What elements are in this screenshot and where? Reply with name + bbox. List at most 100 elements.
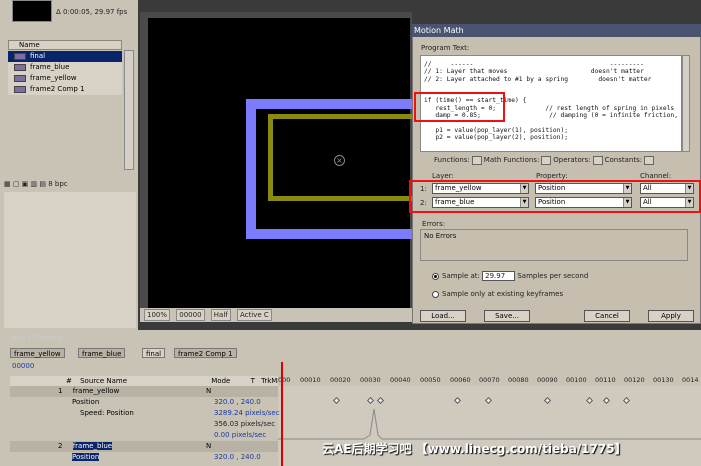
- errors-label: Errors:: [422, 220, 446, 228]
- layers-highlight-box: [409, 180, 701, 213]
- functions-row: Functions: Math Functions: Operators: Const…: [434, 154, 684, 166]
- find-icon[interactable]: ▦ ▢ ▣ ▥ ▤: [4, 180, 46, 188]
- tab-frame-blue[interactable]: frame_blue: [78, 348, 126, 358]
- layer-column-label: Layer:: [432, 172, 454, 180]
- program-text-label: Program Text:: [421, 44, 470, 52]
- tick-label: 00060: [450, 376, 471, 384]
- tick-label: 00070: [479, 376, 500, 384]
- errors-box: No Errors: [420, 229, 688, 261]
- property-row-position[interactable]: Position 320.0 , 240.0: [10, 397, 278, 408]
- operators-label: Operators:: [553, 156, 591, 164]
- property-row-speed-mid: 356.03 pixels/sec: [10, 419, 278, 430]
- composition-icon: [14, 53, 26, 60]
- sample-at-radio[interactable]: [432, 272, 439, 280]
- property-value: 3289.24 pixels/sec: [214, 409, 280, 417]
- project-item-label: frame_yellow: [30, 74, 77, 82]
- speed-graph: [278, 408, 701, 440]
- timeline-column-headers: # Source Name Mode T TrkMat: [10, 376, 284, 386]
- constants-label: Constants:: [604, 156, 643, 164]
- sample-at-label: Sample at:: [442, 272, 480, 280]
- property-name: Position: [72, 398, 100, 406]
- load-button[interactable]: Load...: [420, 310, 466, 322]
- timeline-title: final • Timeline: [10, 334, 64, 342]
- anchor-point-icon[interactable]: ×: [334, 155, 345, 166]
- project-info: Δ 0:00:05, 29.97 fps: [56, 8, 128, 16]
- project-item-label: frame2 Comp 1: [30, 85, 85, 93]
- tick-label: 00030: [360, 376, 381, 384]
- layer-number: 1: [58, 387, 63, 395]
- functions-label: Functions:: [434, 156, 470, 164]
- column-hash: #: [66, 377, 72, 385]
- tick-label: 000: [278, 376, 291, 384]
- functions-dropdown[interactable]: [471, 155, 482, 165]
- project-thumbnail: [12, 0, 52, 22]
- tick-label: 00010: [300, 376, 321, 384]
- code-highlight-box: [414, 92, 505, 122]
- tab-frame-yellow[interactable]: frame_yellow: [10, 348, 65, 358]
- timecode-display[interactable]: 00000: [176, 309, 205, 321]
- property-name: Speed: Position: [80, 409, 134, 417]
- timeline-tabs: frame_yellow frame_blue final frame2 Com…: [6, 348, 701, 358]
- layer-mode[interactable]: N: [206, 386, 211, 397]
- sample-keyframes-option[interactable]: Sample only at existing keyframes: [432, 290, 563, 298]
- tick-label: 00050: [420, 376, 441, 384]
- tab-frame2-comp1[interactable]: frame2 Comp 1: [174, 348, 237, 358]
- current-time-indicator[interactable]: [281, 362, 283, 466]
- project-toolbar: ▦ ▢ ▣ ▥ ▤ 8 bpc: [4, 178, 134, 190]
- resolution-select[interactable]: Half: [210, 309, 231, 321]
- column-mode[interactable]: Mode: [211, 377, 230, 385]
- composition-icon: [14, 86, 26, 93]
- operators-dropdown[interactable]: [592, 155, 603, 165]
- property-value[interactable]: 320.0 , 240.0: [214, 397, 261, 408]
- layer-mode[interactable]: N: [206, 441, 211, 452]
- column-source-name[interactable]: Source Name: [80, 377, 127, 385]
- speed-graph-line: [278, 408, 701, 440]
- channel-column-label: Channel:: [640, 172, 672, 180]
- viewer-toolbar: 100% 00000 Half Active C: [140, 308, 412, 322]
- sample-at-option[interactable]: Sample at: 29.97 Samples per second: [432, 271, 588, 281]
- composition-icon: [14, 64, 26, 71]
- property-value: 356.03 pixels/sec: [214, 420, 276, 428]
- math-functions-label: Math Functions:: [483, 156, 540, 164]
- column-t[interactable]: T: [251, 377, 255, 385]
- camera-select[interactable]: Active C: [236, 309, 272, 321]
- project-item-label: final: [30, 52, 46, 60]
- zoom-select[interactable]: 100%: [144, 309, 171, 321]
- dialog-title[interactable]: Motion Math: [412, 24, 701, 37]
- project-column-name[interactable]: Name: [8, 40, 122, 50]
- layer-number: 2: [58, 442, 63, 450]
- sample-keyframes-radio[interactable]: [432, 290, 439, 298]
- property-name: Position: [72, 453, 100, 461]
- property-value[interactable]: 320.0 , 240.0: [214, 452, 261, 463]
- tick-label: 00020: [330, 376, 351, 384]
- layer-row-frame-blue[interactable]: 2 frame_blue N: [10, 441, 278, 452]
- project-scrollbar[interactable]: [124, 50, 134, 170]
- tick-label: 00040: [390, 376, 411, 384]
- sample-keyframes-label: Sample only at existing keyframes: [442, 290, 564, 298]
- watermark: 云AE后期学习吧 【www.linecg.com/tieba/1775】: [322, 442, 627, 456]
- property-value: 0.00 pixels/sec: [214, 431, 267, 439]
- property-row-speed-min: 0.00 pixels/sec: [10, 430, 278, 441]
- project-empty-area: [4, 192, 136, 328]
- tab-final[interactable]: final: [142, 348, 166, 358]
- constants-dropdown[interactable]: [644, 155, 655, 165]
- project-item-frame2-comp1[interactable]: frame2 Comp 1: [8, 84, 122, 95]
- tick-label: 00130: [653, 376, 674, 384]
- sample-rate-input[interactable]: 29.97: [482, 271, 516, 281]
- layer-row-frame-yellow[interactable]: 1 frame_yellow N: [10, 386, 278, 397]
- program-text-scrollbar[interactable]: [682, 55, 690, 152]
- save-button[interactable]: Save...: [484, 310, 530, 322]
- tick-label: 00090: [537, 376, 558, 384]
- project-item-frame-blue[interactable]: frame_blue: [8, 62, 122, 73]
- property-row-position-blue[interactable]: Position 320.0 , 240.0: [10, 452, 278, 463]
- math-functions-dropdown[interactable]: [541, 155, 552, 165]
- property-column-label: Property:: [536, 172, 568, 180]
- project-item-frame-yellow[interactable]: frame_yellow: [8, 73, 122, 84]
- current-time-display[interactable]: 00000: [12, 362, 34, 370]
- project-item-final[interactable]: final: [8, 51, 122, 62]
- layer-name: frame_yellow: [72, 387, 120, 395]
- tick-label: 00120: [624, 376, 645, 384]
- apply-button[interactable]: Apply: [648, 310, 694, 322]
- bpc-button[interactable]: 8 bpc: [48, 180, 67, 188]
- cancel-button[interactable]: Cancel: [584, 310, 630, 322]
